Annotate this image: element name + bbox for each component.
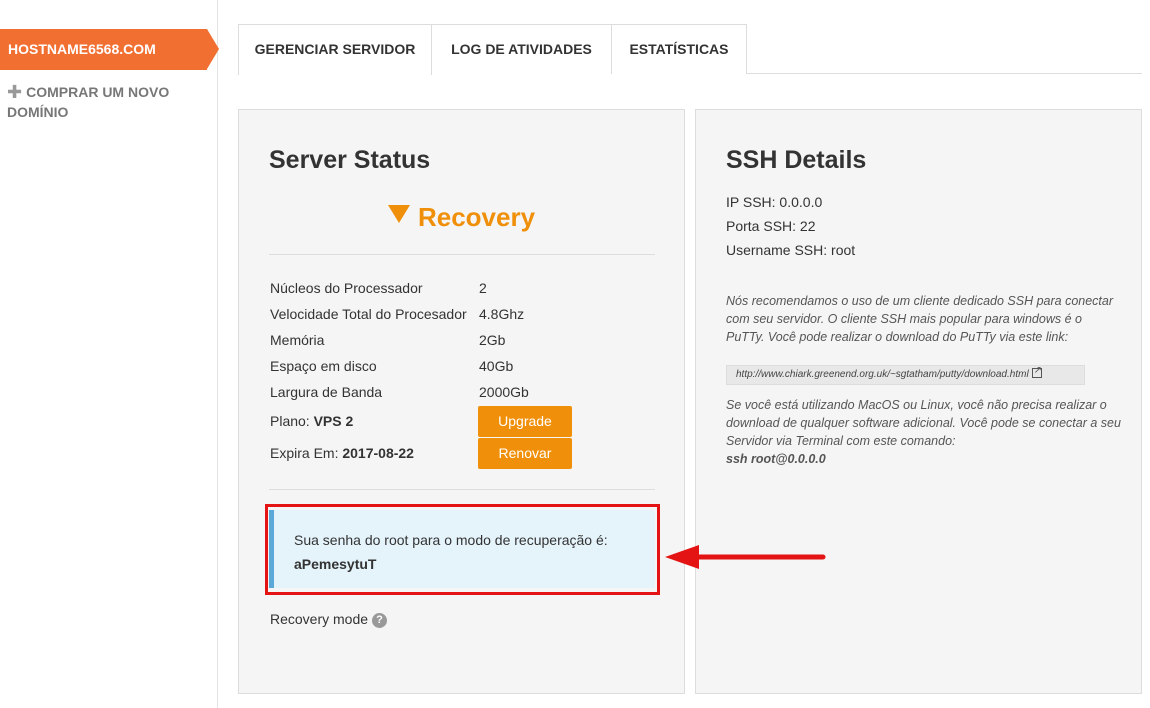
spec-value: 40Gb bbox=[479, 358, 514, 374]
tab-estatisticas[interactable]: ESTATÍSTICAS bbox=[611, 24, 747, 74]
ssh-port: Porta SSH: 22 bbox=[726, 218, 816, 234]
annotation-arrow bbox=[665, 545, 826, 569]
plan-label: Plano: bbox=[270, 413, 310, 429]
ssh-note-putty: Nós recomendamos o uso de um cliente ded… bbox=[726, 294, 1114, 344]
ssh-details-panel: SSH Details IP SSH: 0.0.0.0 Porta SSH: 2… bbox=[695, 109, 1142, 694]
putty-download-link[interactable]: http://www.chiark.greenend.org.uk/~sgtat… bbox=[726, 362, 1085, 385]
status-indicator: Recovery bbox=[239, 202, 684, 233]
ssh-ip: IP SSH: 0.0.0.0 bbox=[726, 194, 823, 210]
server-status-title: Server Status bbox=[269, 146, 431, 174]
spec-label: Memória bbox=[270, 332, 325, 348]
triangle-down-icon bbox=[387, 205, 410, 223]
help-icon[interactable]: ? bbox=[372, 613, 388, 628]
tab-bar: GERENCIAR SERVIDOR LOG DE ATIVIDADES EST… bbox=[238, 24, 1142, 75]
spec-value: 2 bbox=[479, 280, 487, 296]
ssh-note-macos: Se você está utilizando MacOS ou Linux, … bbox=[726, 398, 1121, 448]
upgrade-button[interactable]: Upgrade bbox=[478, 406, 572, 437]
spec-value: 2Gb bbox=[479, 332, 506, 348]
highlight-box bbox=[265, 504, 660, 595]
plan-row: Plano: VPS 2 bbox=[270, 413, 353, 429]
external-link-icon bbox=[1031, 362, 1042, 380]
sidebar: HOSTNAME6568.COM ✚ COMPRAR UM NOVO DOMÍNI… bbox=[0, 0, 219, 708]
ssh-username: Username SSH: root bbox=[726, 242, 856, 258]
expires-row: Expira Em: 2017-08-22 bbox=[270, 445, 414, 461]
recovery-mode-label: Recovery mode bbox=[270, 611, 369, 627]
expires-value: 2017-08-22 bbox=[342, 445, 414, 461]
sidebar-item-buy-domain[interactable]: ✚ COMPRAR UM NOVO DOMÍNIO bbox=[7, 82, 207, 122]
ssh-details-title: SSH Details bbox=[726, 146, 867, 174]
spec-label: Núcleos do Processador bbox=[270, 280, 423, 296]
spec-label: Velocidade Total do Procesador bbox=[270, 306, 467, 322]
recovery-mode: Recovery mode? bbox=[270, 611, 388, 628]
server-status-panel: Server Status Recovery Núcleos do Proces… bbox=[238, 109, 685, 694]
spec-value: 2000Gb bbox=[479, 384, 529, 400]
buy-domain-label: COMPRAR UM NOVO DOMÍNIO bbox=[7, 84, 170, 120]
spec-label: Largura de Banda bbox=[270, 384, 383, 400]
divider bbox=[269, 254, 655, 255]
tab-log-atividades[interactable]: LOG DE ATIVIDADES bbox=[431, 24, 612, 74]
spec-label: Espaço em disco bbox=[270, 358, 377, 374]
plus-icon: ✚ bbox=[7, 82, 23, 102]
ssh-command: ssh root@0.0.0.0 bbox=[726, 452, 826, 466]
expires-label: Expira Em: bbox=[270, 445, 339, 461]
plan-value: VPS 2 bbox=[313, 413, 354, 429]
divider bbox=[269, 489, 655, 490]
putty-link-text: http://www.chiark.greenend.org.uk/~sgtat… bbox=[736, 369, 1029, 380]
sidebar-item-hostname[interactable]: HOSTNAME6568.COM bbox=[0, 29, 219, 70]
renew-button[interactable]: Renovar bbox=[478, 438, 572, 469]
status-text: Recovery bbox=[417, 202, 536, 232]
spec-value: 4.8Ghz bbox=[479, 306, 525, 322]
tab-gerenciar-servidor[interactable]: GERENCIAR SERVIDOR bbox=[238, 24, 432, 75]
